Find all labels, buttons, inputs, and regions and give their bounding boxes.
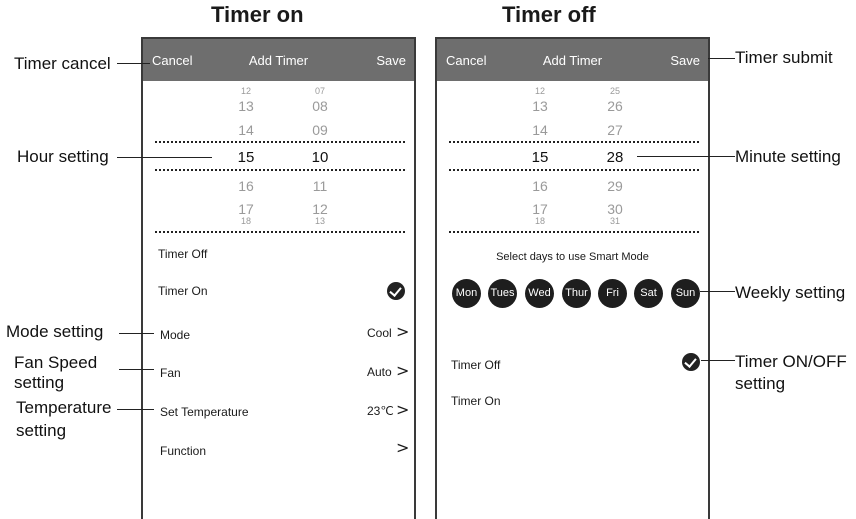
selection-divider bbox=[155, 169, 405, 171]
minute-option[interactable]: 07 bbox=[300, 86, 340, 96]
hour-option[interactable]: 18 bbox=[226, 216, 266, 226]
annotation-timer-onoff: Timer ON/OFF bbox=[735, 352, 847, 371]
selection-divider bbox=[449, 169, 699, 171]
minute-option[interactable]: 25 bbox=[595, 86, 635, 96]
minute-selected[interactable]: 10 bbox=[300, 149, 340, 166]
selection-divider bbox=[449, 141, 699, 143]
leader-line bbox=[117, 157, 212, 158]
minute-option[interactable]: 27 bbox=[595, 122, 635, 138]
temperature-label: Set Temperature bbox=[160, 405, 249, 419]
timer-off-screen: Cancel Add Timer Save 12 13 14 15 16 17 … bbox=[435, 37, 710, 519]
timer-off-option[interactable]: Timer Off bbox=[451, 358, 500, 372]
annotation-minute-setting: Minute setting bbox=[735, 147, 841, 166]
hour-selected[interactable]: 15 bbox=[520, 149, 560, 166]
header-bar: Cancel Add Timer Save bbox=[437, 39, 708, 81]
save-button[interactable]: Save bbox=[670, 53, 700, 68]
title-timer-on: Timer on bbox=[211, 2, 304, 27]
day-fri[interactable]: Fri bbox=[598, 279, 627, 308]
title-timer-off: Timer off bbox=[502, 2, 596, 27]
day-mon[interactable]: Mon bbox=[452, 279, 481, 308]
select-days-label: Select days to use Smart Mode bbox=[496, 251, 649, 263]
annotation-mode-setting: Mode setting bbox=[6, 322, 104, 341]
annotation-fan-speed: Fan Speed bbox=[14, 353, 98, 372]
leader-line bbox=[637, 156, 735, 157]
chevron-right-icon: > bbox=[396, 400, 410, 419]
leader-line bbox=[117, 409, 154, 410]
hour-option[interactable]: 13 bbox=[226, 98, 266, 114]
picker-divider bbox=[155, 231, 405, 233]
fan-value: Auto bbox=[367, 365, 392, 379]
hour-option[interactable]: 16 bbox=[226, 178, 266, 194]
hour-option[interactable]: 17 bbox=[226, 201, 266, 217]
hour-option[interactable]: 12 bbox=[226, 86, 266, 96]
day-tues[interactable]: Tues bbox=[488, 279, 517, 308]
check-icon bbox=[387, 282, 405, 300]
timer-on-screen: Cancel Add Timer Save 12 13 14 15 16 17 … bbox=[141, 37, 416, 519]
leader-line bbox=[700, 291, 735, 292]
day-thur[interactable]: Thur bbox=[562, 279, 591, 308]
header-title: Add Timer bbox=[542, 53, 603, 68]
minute-selected[interactable]: 28 bbox=[595, 149, 635, 166]
temperature-value: 23℃ bbox=[367, 404, 394, 418]
check-icon bbox=[682, 353, 700, 371]
annotation-timer-cancel: Timer cancel bbox=[14, 54, 111, 73]
annotation-timer-onoff-2: setting bbox=[735, 374, 786, 393]
hour-option[interactable]: 14 bbox=[520, 122, 560, 138]
leader-line bbox=[117, 63, 150, 64]
chevron-right-icon: > bbox=[396, 438, 410, 457]
picker-divider bbox=[449, 231, 699, 233]
selection-divider bbox=[155, 141, 405, 143]
timer-on-option[interactable]: Timer On bbox=[158, 284, 208, 298]
hour-option[interactable]: 17 bbox=[520, 201, 560, 217]
minute-option[interactable]: 13 bbox=[300, 216, 340, 226]
minute-option[interactable]: 09 bbox=[300, 122, 340, 138]
minute-option[interactable]: 30 bbox=[595, 201, 635, 217]
minute-option[interactable]: 31 bbox=[595, 216, 635, 226]
annotation-fan-speed-2: setting bbox=[14, 373, 65, 392]
function-label: Function bbox=[160, 444, 207, 458]
header-title: Add Timer bbox=[248, 53, 309, 68]
day-sat[interactable]: Sat bbox=[634, 279, 663, 308]
annotation-hour-setting: Hour setting bbox=[17, 147, 109, 166]
hour-option[interactable]: 14 bbox=[226, 122, 266, 138]
annotation-temperature-2: setting bbox=[16, 421, 67, 440]
annotation-temperature: Temperature bbox=[16, 398, 112, 417]
annotation-weekly-setting: Weekly setting bbox=[735, 283, 846, 302]
chevron-right-icon: > bbox=[396, 361, 410, 380]
minute-option[interactable]: 12 bbox=[300, 201, 340, 217]
leader-line bbox=[708, 58, 735, 59]
chevron-right-icon: > bbox=[396, 322, 410, 341]
leader-line bbox=[119, 333, 154, 334]
timer-off-option[interactable]: Timer Off bbox=[158, 247, 207, 261]
minute-option[interactable]: 08 bbox=[300, 98, 340, 114]
day-wed[interactable]: Wed bbox=[525, 279, 554, 308]
fan-label: Fan bbox=[160, 366, 181, 380]
timer-on-option[interactable]: Timer On bbox=[451, 394, 501, 408]
minute-option[interactable]: 26 bbox=[595, 98, 635, 114]
minute-option[interactable]: 11 bbox=[300, 178, 340, 194]
leader-line bbox=[119, 369, 154, 370]
day-sun[interactable]: Sun bbox=[671, 279, 700, 308]
annotation-timer-submit: Timer submit bbox=[735, 48, 833, 67]
hour-option[interactable]: 16 bbox=[520, 178, 560, 194]
mode-value: Cool bbox=[367, 326, 392, 340]
minute-option[interactable]: 29 bbox=[595, 178, 635, 194]
hour-option[interactable]: 13 bbox=[520, 98, 560, 114]
hour-option[interactable]: 12 bbox=[520, 86, 560, 96]
leader-line bbox=[701, 360, 735, 361]
hour-selected[interactable]: 15 bbox=[226, 149, 266, 166]
header-bar: Cancel Add Timer Save bbox=[143, 39, 414, 81]
save-button[interactable]: Save bbox=[376, 53, 406, 68]
mode-label: Mode bbox=[160, 328, 191, 342]
hour-option[interactable]: 18 bbox=[520, 216, 560, 226]
